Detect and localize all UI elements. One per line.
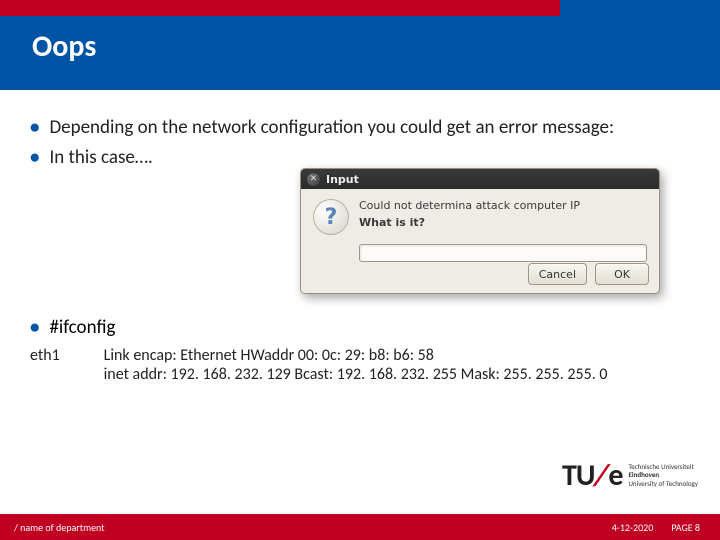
footer-page: PAGE 8 xyxy=(671,521,700,534)
ok-label: OK xyxy=(614,268,630,281)
footer-department: / name of department xyxy=(14,521,105,534)
tue-logo: TU/e Technische Universiteit Eindhoven U… xyxy=(562,457,698,494)
question-icon: ? xyxy=(313,199,349,235)
ifconfig-interface: eth1 xyxy=(30,346,100,365)
logo-tu: TU xyxy=(562,457,594,494)
bullet-dot-icon: • xyxy=(30,145,39,171)
bullet-1-text: Depending on the network configuration y… xyxy=(49,115,690,141)
bullet-2-text: In this case…. xyxy=(49,145,690,171)
bullet-3-text: #ifconfig xyxy=(49,316,115,339)
ok-button[interactable]: OK xyxy=(595,263,649,285)
slide-title: Oops xyxy=(32,28,96,65)
ifconfig-row1: Link encap: Ethernet HWaddr 00: 0c: 29: … xyxy=(104,346,608,365)
bullet-dot-icon: • xyxy=(30,115,39,141)
dialog-titlebar[interactable]: ✕ Input xyxy=(301,169,659,189)
question-glyph: ? xyxy=(325,205,338,230)
dialog-body: ? Could not determina attack computer IP… xyxy=(301,189,659,235)
cancel-button[interactable]: Cancel xyxy=(528,263,587,285)
header-blue-bar xyxy=(0,16,720,90)
dialog-message-line2: What is it? xyxy=(359,216,647,231)
bullet-dot-icon: • xyxy=(30,316,39,339)
bullet-2: • In this case…. xyxy=(30,145,690,171)
header: Oops xyxy=(0,0,720,90)
bullet-1: • Depending on the network configuration… xyxy=(30,115,690,141)
logo-text-3: University of Technology xyxy=(628,480,698,488)
ifconfig-row2: inet addr: 192. 168. 232. 129 Bcast: 192… xyxy=(104,365,608,384)
dialog-buttons: Cancel OK xyxy=(528,263,649,285)
footer-bar: / name of department 4-12-2020 PAGE 8 xyxy=(0,514,720,540)
close-icon[interactable]: ✕ xyxy=(307,173,320,186)
slide: Oops • Depending on the network configur… xyxy=(0,0,720,540)
logo-text: Technische Universiteit Eindhoven Univer… xyxy=(628,463,698,487)
footer-date: 4-12-2020 xyxy=(612,521,654,534)
logo-e: e xyxy=(608,457,622,494)
bullet-3: • #ifconfig xyxy=(30,316,115,339)
close-glyph: ✕ xyxy=(310,175,318,184)
ifconfig-block: Link encap: Ethernet HWaddr 00: 0c: 29: … xyxy=(104,346,608,384)
ifconfig-output: eth1 Link encap: Ethernet HWaddr 00: 0c:… xyxy=(30,346,690,384)
dialog-title-text: Input xyxy=(326,173,359,186)
dialog-message: Could not determina attack computer IP W… xyxy=(359,199,647,235)
dialog-message-line1: Could not determina attack computer IP xyxy=(359,199,647,214)
input-dialog: ✕ Input ? Could not determina attack com… xyxy=(300,168,660,294)
dialog-input-wrap xyxy=(359,241,647,262)
header-blue-tab xyxy=(560,0,720,16)
cancel-label: Cancel xyxy=(539,268,576,281)
logo-mark: TU/e xyxy=(562,457,622,494)
dialog-text-input[interactable] xyxy=(359,244,647,262)
body: • Depending on the network configuration… xyxy=(30,115,690,174)
